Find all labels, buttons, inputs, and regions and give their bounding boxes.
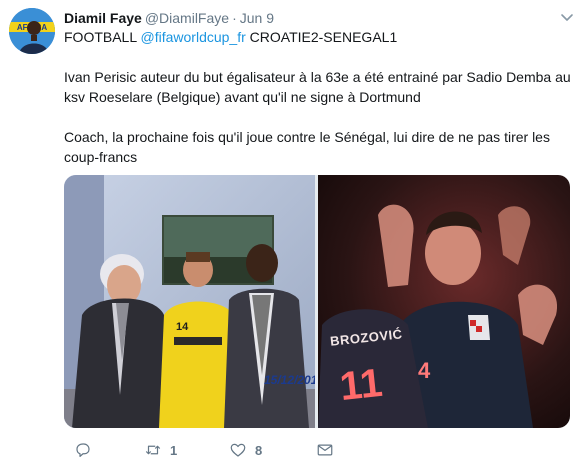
tweet-header: Diamil Faye @DiamilFaye · Jun 9	[64, 9, 274, 27]
like-button[interactable]: 8	[229, 438, 262, 462]
like-count: 8	[255, 442, 263, 458]
tweet-media: 14 15/12/201 BROZOVIĆ 11 4	[64, 175, 570, 428]
photo-right[interactable]: BROZOVIĆ 11 4	[318, 175, 570, 428]
tweet-text: FOOTBALL @fifaworldcup_fr CROATIE2-SENEG…	[64, 27, 579, 167]
header-separator: ·	[232, 10, 237, 26]
retweet-button[interactable]: 1	[144, 438, 177, 462]
jersey-number-4: 4	[418, 358, 431, 383]
direct-message-icon	[317, 444, 333, 456]
author-name[interactable]: Diamil Faye	[64, 10, 142, 26]
tweet-line-1: FOOTBALL @fifaworldcup_fr CROATIE2-SENEG…	[64, 27, 579, 47]
photo-date-stamp: 15/12/201	[264, 373, 315, 387]
retweet-icon	[145, 445, 161, 455]
tweet-date[interactable]: Jun 9	[240, 10, 274, 26]
direct-message-button[interactable]	[316, 438, 342, 462]
mention-link[interactable]: @fifaworldcup_fr	[141, 29, 246, 45]
avatar[interactable]: AFRICA	[9, 8, 55, 54]
reply-button[interactable]	[74, 438, 100, 462]
photo-left[interactable]: 14 15/12/201	[64, 175, 315, 428]
tweet-paragraph-2: Ivan Perisic auteur du but égalisateur à…	[64, 69, 571, 105]
text-prefix: FOOTBALL	[64, 29, 141, 45]
jersey-number-11: 11	[337, 360, 385, 410]
like-icon	[230, 443, 246, 457]
author-handle[interactable]: @DiamilFaye	[145, 10, 229, 26]
tweet-card[interactable]: AFRICA Diamil Faye@DiamilFaye·Jun 9 FOOT…	[0, 0, 585, 463]
retweet-count: 1	[170, 442, 178, 458]
svg-text:14: 14	[176, 321, 189, 333]
tweet-actions: 1 8	[64, 438, 464, 462]
caret-down-icon[interactable]	[559, 10, 575, 26]
text-suffix: CROATIE2-SENEGAL1	[245, 29, 398, 45]
reply-icon	[76, 443, 90, 457]
tweet-paragraph-3: Coach, la prochaine fois qu'il joue cont…	[64, 129, 550, 165]
